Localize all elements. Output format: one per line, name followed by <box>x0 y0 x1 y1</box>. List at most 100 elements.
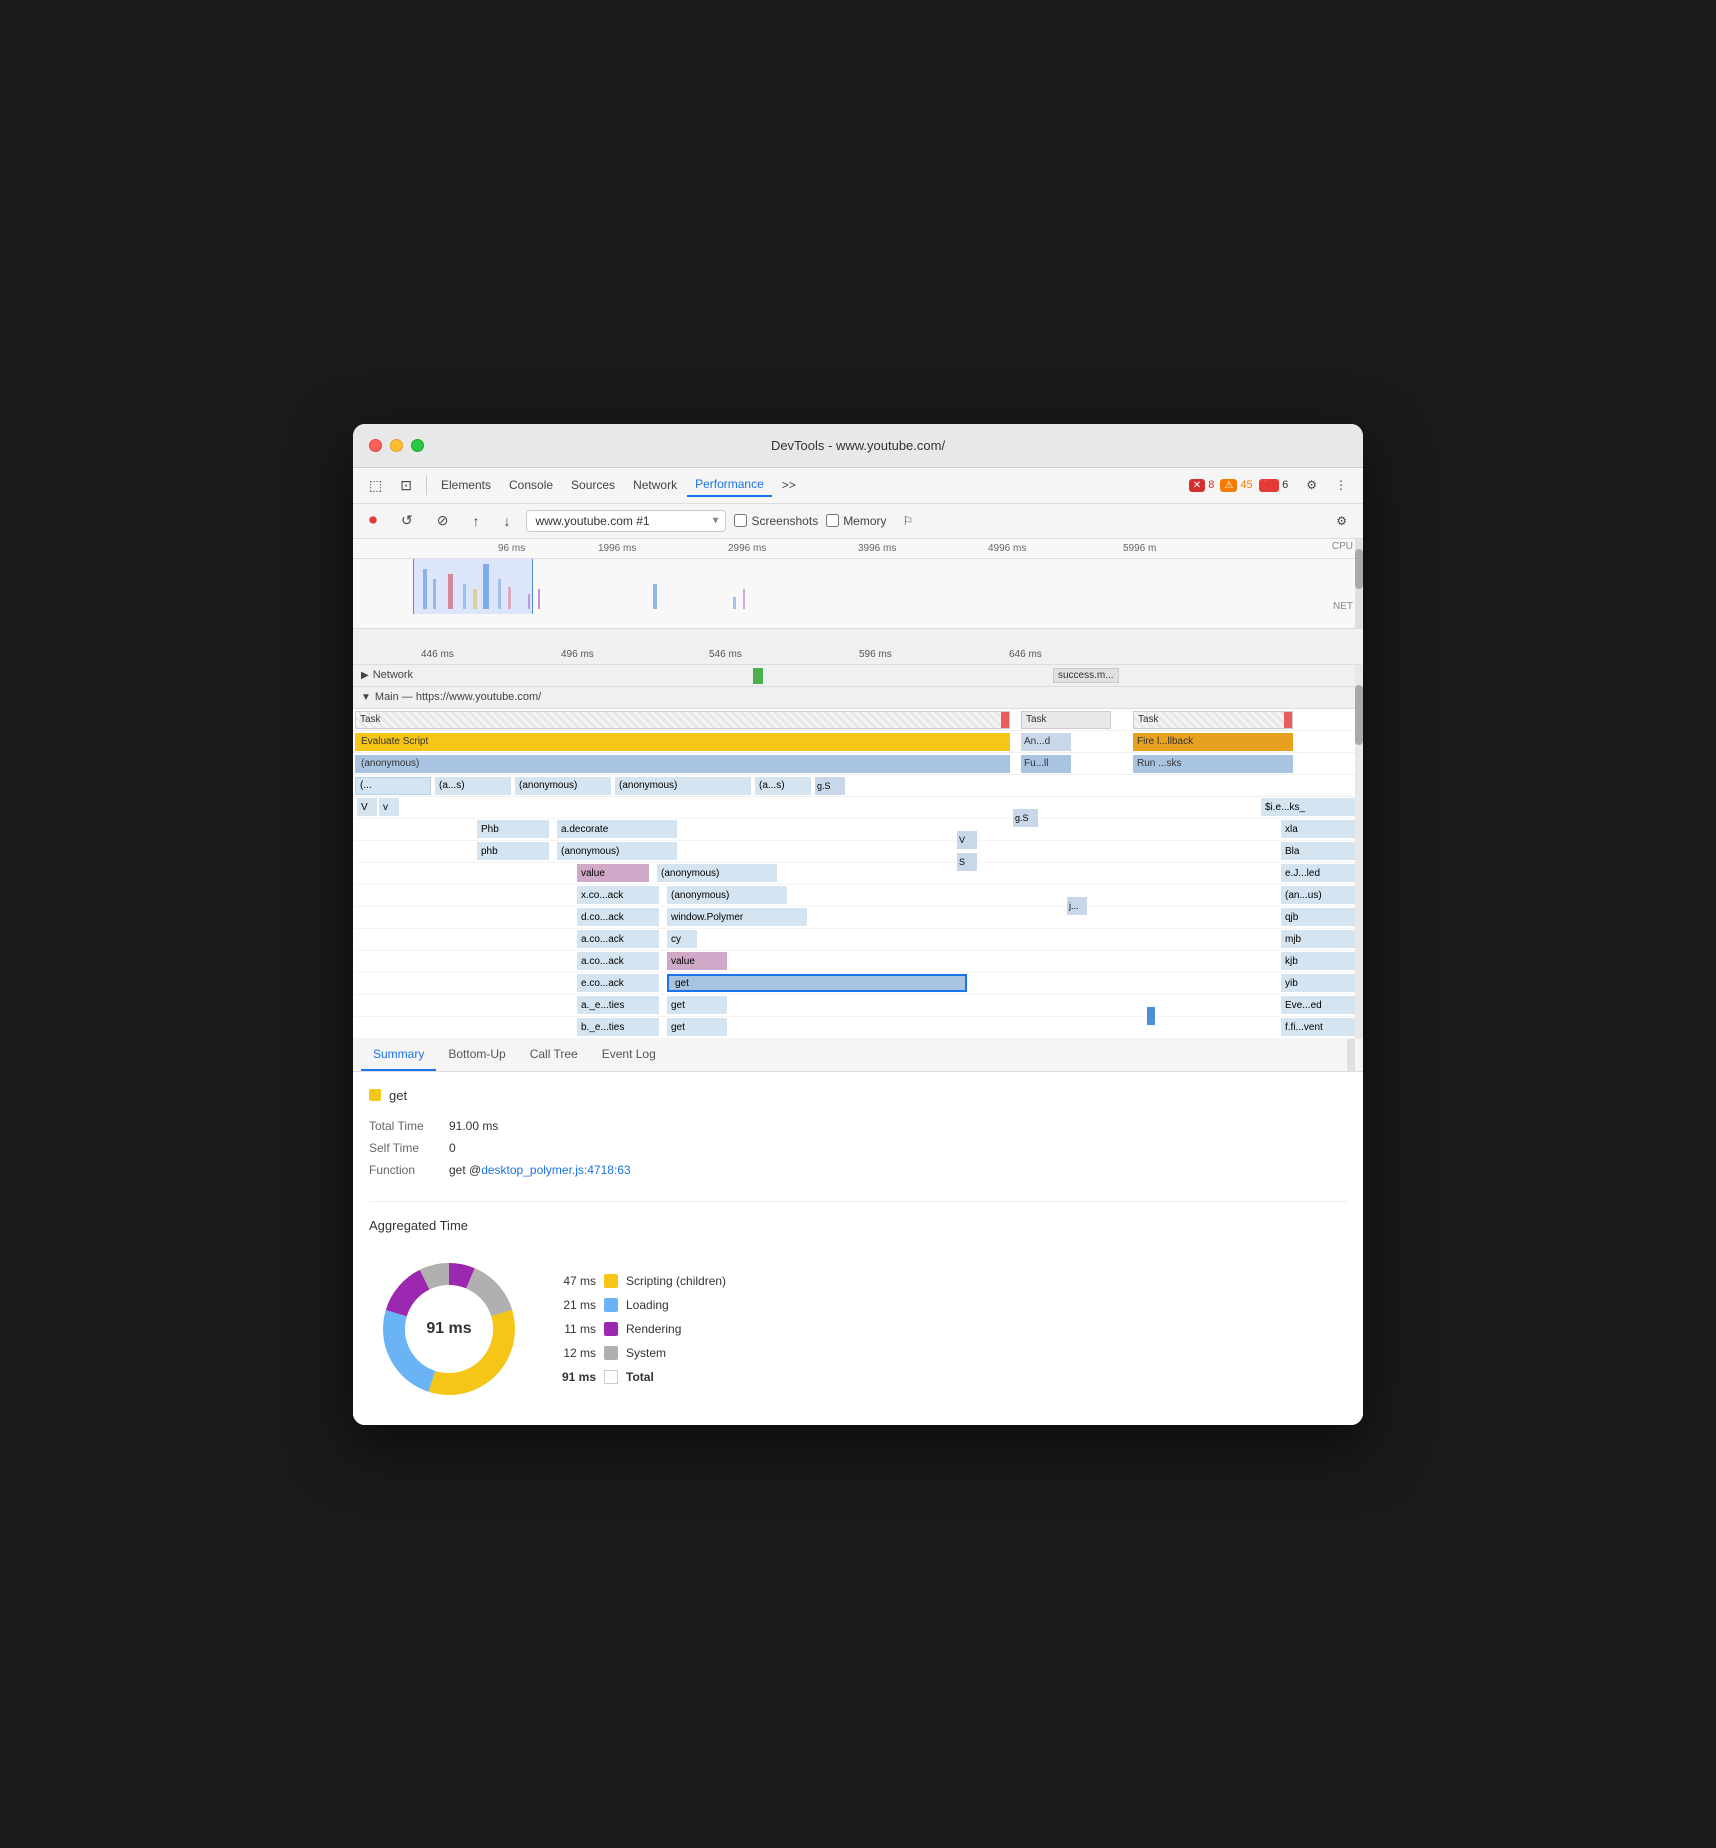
phb2-cell[interactable]: phb <box>477 842 549 860</box>
task-bar-2[interactable]: Task <box>1021 711 1111 729</box>
tab-call-tree[interactable]: Call Tree <box>518 1039 590 1071</box>
timeline-thumb[interactable] <box>1355 549 1363 589</box>
tab-elements[interactable]: Elements <box>433 474 499 496</box>
anon-bar[interactable]: (anonymous) <box>355 755 1010 773</box>
value-cell1[interactable]: value <box>577 864 649 882</box>
v-bar2[interactable]: V <box>957 831 977 849</box>
screenshots-checkbox[interactable] <box>734 514 747 527</box>
bla-cell[interactable]: Bla <box>1281 842 1361 860</box>
cell-1-2[interactable]: (a...s) <box>435 777 511 795</box>
network-expand-arrow[interactable]: ▶ <box>361 670 369 681</box>
task-bar-3[interactable]: Task <box>1133 711 1293 729</box>
download-btn[interactable]: ↓ <box>495 509 518 533</box>
perf-settings-btn[interactable]: ⚙ <box>1328 510 1355 532</box>
cell-1-1[interactable]: (... <box>355 777 431 795</box>
cell-1-4[interactable]: (anonymous) <box>615 777 751 795</box>
ks-cell[interactable]: $i.e...ks_ <box>1261 798 1361 816</box>
aco-val-cell[interactable]: a.co...ack <box>577 952 659 970</box>
be-ties-cell[interactable]: b._e...ties <box>577 1018 659 1036</box>
tab-more[interactable]: >> <box>774 474 804 496</box>
get3-cell[interactable]: get <box>667 1018 727 1036</box>
full-bar[interactable]: Fu...ll <box>1021 755 1071 773</box>
cell-1-5[interactable]: (a...s) <box>755 777 811 795</box>
cpu-chart[interactable]: NET <box>353 559 1363 614</box>
s-bar[interactable]: S <box>957 853 977 871</box>
settings-btn[interactable]: ⚙ <box>1298 474 1325 496</box>
flame-row-anonymous[interactable]: (anonymous) Fu...ll Run ...sks <box>353 753 1363 775</box>
tab-network[interactable]: Network <box>625 474 685 496</box>
flame-scrollbar[interactable] <box>1355 665 1363 1039</box>
flame-scrollbar-thumb[interactable] <box>1355 685 1363 745</box>
screenshots-checkbox-label[interactable]: Screenshots <box>734 514 818 528</box>
ae-ties-cell[interactable]: a._e...ties <box>577 996 659 1014</box>
more-btn[interactable]: ⋮ <box>1327 474 1355 496</box>
record-btn[interactable]: ⏺ <box>361 508 385 534</box>
url-dropdown-icon[interactable]: ▼ <box>711 515 721 526</box>
close-button[interactable] <box>369 439 382 452</box>
flame-settings-btn[interactable]: ⚐ <box>895 510 922 532</box>
cy-cell[interactable]: cy <box>667 930 697 948</box>
anon2-cell[interactable]: (anonymous) <box>557 842 677 860</box>
selection-highlight[interactable] <box>413 559 533 614</box>
ejled-cell[interactable]: e.J...led <box>1281 864 1361 882</box>
tab-event-log[interactable]: Event Log <box>590 1039 668 1071</box>
timeline-scrollbar[interactable] <box>1355 539 1363 628</box>
upload-btn[interactable]: ↑ <box>464 509 487 533</box>
main-expand-arrow[interactable]: ▼ <box>361 692 371 703</box>
yib-cell[interactable]: yib <box>1281 974 1361 992</box>
run-bar[interactable]: Run ...sks <box>1133 755 1293 773</box>
kjb-cell[interactable]: kjb <box>1281 952 1361 970</box>
eco-cell[interactable]: e.co...ack <box>577 974 659 992</box>
evaluate-bar[interactable]: Evaluate Script <box>355 733 1010 751</box>
xco-cell[interactable]: x.co...ack <box>577 886 659 904</box>
aco-cy-cell[interactable]: a.co...ack <box>577 930 659 948</box>
dco-cell[interactable]: d.co...ack <box>577 908 659 926</box>
mjb-cell[interactable]: mjb <box>1281 930 1361 948</box>
gas-bar[interactable]: g.S <box>815 777 845 795</box>
reload-btn[interactable]: ↺ <box>393 508 421 533</box>
eveed-cell[interactable]: Eve...ed <box>1281 996 1361 1014</box>
j-bar[interactable]: j... <box>1067 897 1087 915</box>
phb-cell[interactable]: Phb <box>477 820 549 838</box>
adecorate-cell[interactable]: a.decorate <box>557 820 677 838</box>
task-bar-1[interactable]: Task <box>355 711 1010 729</box>
flame-track-task[interactable]: Task Task Task <box>353 709 1363 730</box>
maximize-button[interactable] <box>411 439 424 452</box>
xla-cell[interactable]: xla <box>1281 820 1361 838</box>
anon3-cell[interactable]: (anonymous) <box>657 864 777 882</box>
tab-bottom-up[interactable]: Bottom-Up <box>436 1039 517 1071</box>
anus-cell[interactable]: (an...us) <box>1281 886 1361 904</box>
ffivent-cell[interactable]: f.fi...vent <box>1281 1018 1361 1036</box>
minimize-button[interactable] <box>390 439 403 452</box>
flame-row-task[interactable]: Task Task Task <box>353 709 1363 731</box>
url-input[interactable] <box>526 510 726 532</box>
tab-console[interactable]: Console <box>501 474 561 496</box>
gs-bar[interactable]: g.S <box>1013 809 1038 827</box>
cell-1-3[interactable]: (anonymous) <box>515 777 611 795</box>
anon4-cell[interactable]: (anonymous) <box>667 886 787 904</box>
clear-btn[interactable]: ⊘ <box>429 508 457 533</box>
qjb-cell[interactable]: qjb <box>1281 908 1361 926</box>
memory-checkbox[interactable] <box>826 514 839 527</box>
fire-bar[interactable]: Fire l...llback <box>1133 733 1293 751</box>
main-section-header[interactable]: ▼ Main — https://www.youtube.com/ <box>353 687 1363 709</box>
network-section-header[interactable]: ▶ Network success.m... <box>353 665 1363 687</box>
window-title: DevTools - www.youtube.com/ <box>771 438 945 453</box>
get-selected-cell[interactable]: get <box>667 974 967 992</box>
inspect-icon-btn[interactable]: ⬚ <box>361 473 390 498</box>
and-bar[interactable]: An...d <box>1021 733 1071 751</box>
memory-checkbox-label[interactable]: Memory <box>826 514 886 528</box>
timeline-overview[interactable]: 96 ms 1996 ms 2996 ms 3996 ms 4996 ms 59… <box>353 539 1363 629</box>
tab-sources[interactable]: Sources <box>563 474 623 496</box>
wpolymer-cell[interactable]: window.Polymer <box>667 908 807 926</box>
tab-performance[interactable]: Performance <box>687 473 772 497</box>
tab-summary[interactable]: Summary <box>361 1039 436 1071</box>
flame-row-evaluate[interactable]: Evaluate Script An...d Fire l...llback <box>353 731 1363 753</box>
v-cell2[interactable]: v <box>379 798 399 816</box>
function-link[interactable]: desktop_polymer.js:4718:63 <box>481 1163 630 1177</box>
responsive-icon-btn[interactable]: ⊡ <box>392 473 420 498</box>
get2-cell[interactable]: get <box>667 996 727 1014</box>
v-cell1[interactable]: V <box>357 798 377 816</box>
eco-get-row[interactable]: e.co...ack get yib <box>353 973 1363 995</box>
value2-cell[interactable]: value <box>667 952 727 970</box>
